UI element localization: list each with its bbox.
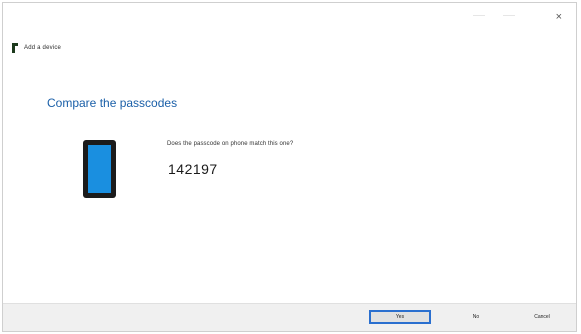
dialog-header: Add a device: [12, 41, 61, 55]
passcode-question: Does the passcode on phone match this on…: [167, 141, 294, 147]
page-title: Compare the passcodes: [47, 96, 178, 110]
dialog-footer: Yes No Cancel: [3, 303, 576, 331]
no-button[interactable]: No: [449, 310, 503, 324]
maximize-icon[interactable]: [503, 15, 515, 16]
add-device-icon: [12, 43, 18, 53]
passcode-value: 142197: [168, 161, 218, 177]
cancel-button[interactable]: Cancel: [515, 310, 569, 324]
yes-button[interactable]: Yes: [369, 310, 431, 324]
phone-screen: [88, 145, 111, 193]
add-device-window: × Add a device Compare the passcodes Doe…: [2, 2, 577, 332]
dialog-header-title: Add a device: [24, 45, 62, 51]
phone-icon: [83, 140, 116, 198]
close-icon[interactable]: ×: [556, 11, 562, 23]
title-bar: ×: [3, 3, 576, 33]
minimize-icon[interactable]: [473, 15, 485, 16]
